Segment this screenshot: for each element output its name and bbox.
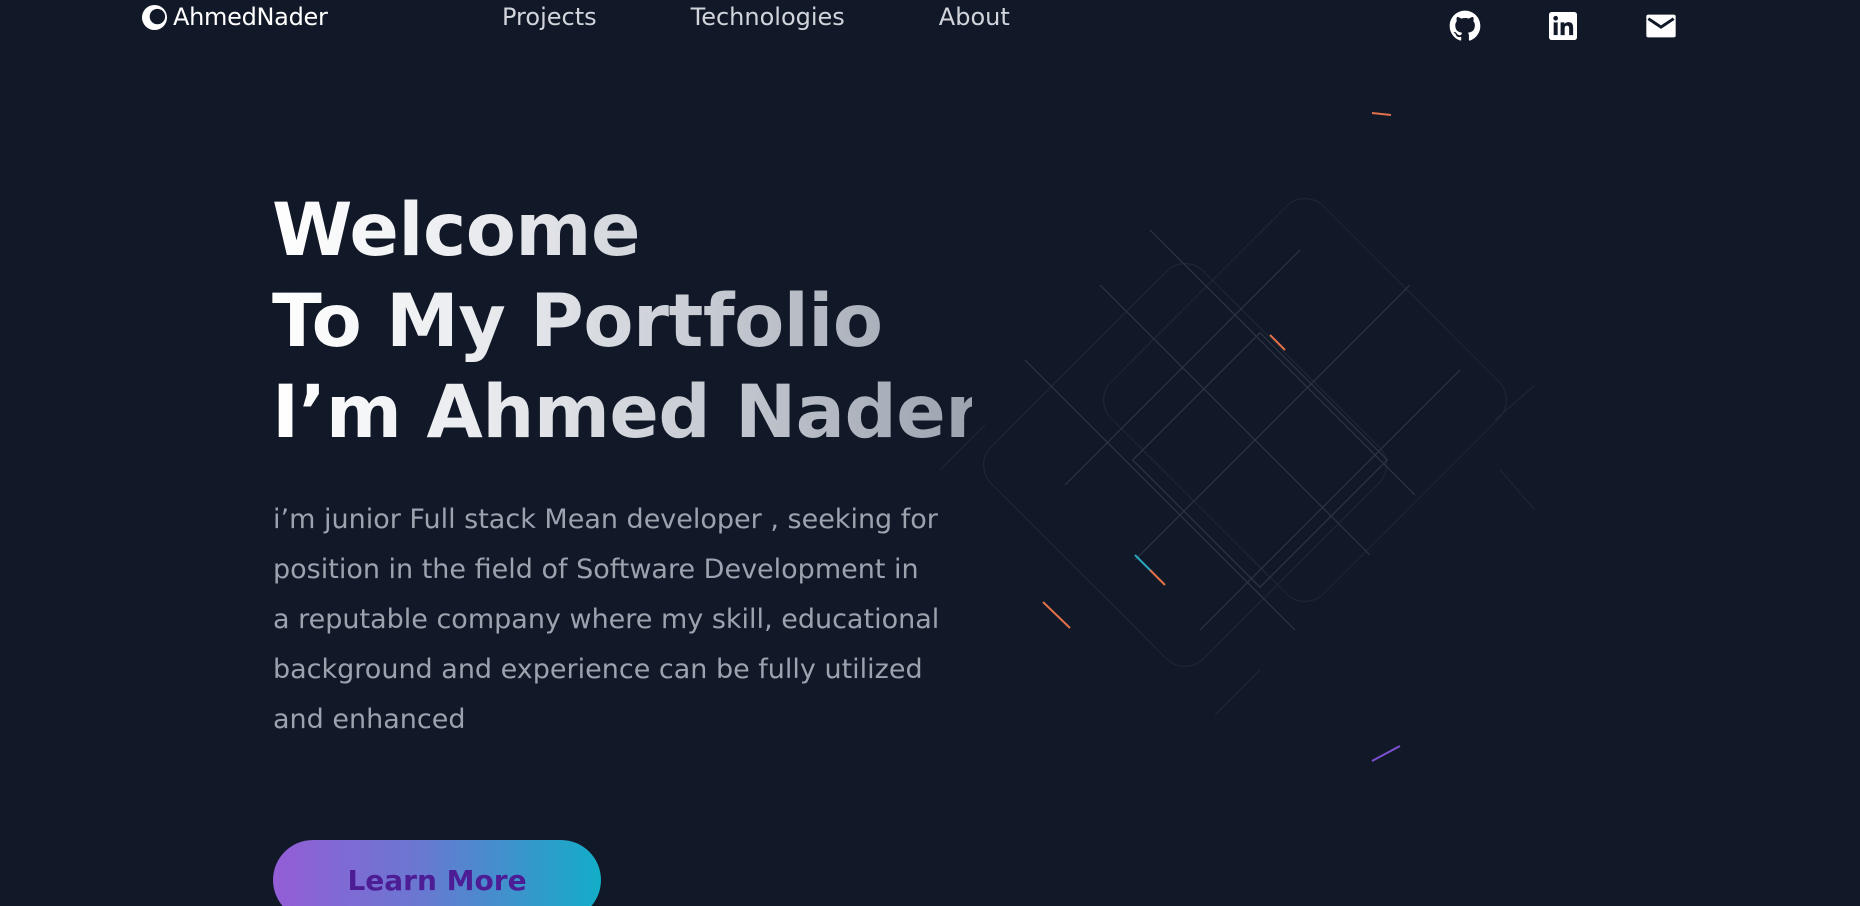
brand-name: AhmedNader	[173, 3, 328, 31]
linkedin-link[interactable]	[1544, 10, 1582, 42]
hero-title: Welcome To My Portfolio I’m Ahmed Nader	[272, 185, 972, 458]
nav-link-about[interactable]: About	[939, 3, 1010, 31]
social-links	[1446, 10, 1680, 42]
mail-link[interactable]	[1642, 10, 1680, 42]
mail-icon	[1646, 14, 1676, 38]
hero-title-line: I’m Ahmed Nader	[272, 370, 981, 455]
nav-links: Projects Technologies About	[502, 2, 1010, 32]
page: AhmedNader Projects Technologies About W…	[0, 0, 1860, 906]
github-link[interactable]	[1446, 10, 1484, 42]
hero-title-line: To My Portfolio	[272, 279, 883, 364]
linkedin-icon	[1549, 12, 1577, 40]
brand-logo-link[interactable]: AhmedNader	[141, 2, 328, 32]
learn-more-button[interactable]: Learn More	[273, 840, 601, 906]
hero-title-line: Welcome	[272, 188, 640, 273]
nav-link-technologies[interactable]: Technologies	[691, 3, 845, 31]
top-nav: AhmedNader Projects Technologies About	[0, 0, 1860, 42]
github-icon	[1449, 10, 1481, 41]
decorative-background-art	[940, 112, 1536, 762]
logo-icon	[141, 4, 168, 30]
hero-description: i’m junior Full stack Mean developer , s…	[273, 504, 940, 735]
learn-more-label: Learn More	[347, 863, 527, 897]
nav-link-projects[interactable]: Projects	[502, 3, 597, 31]
